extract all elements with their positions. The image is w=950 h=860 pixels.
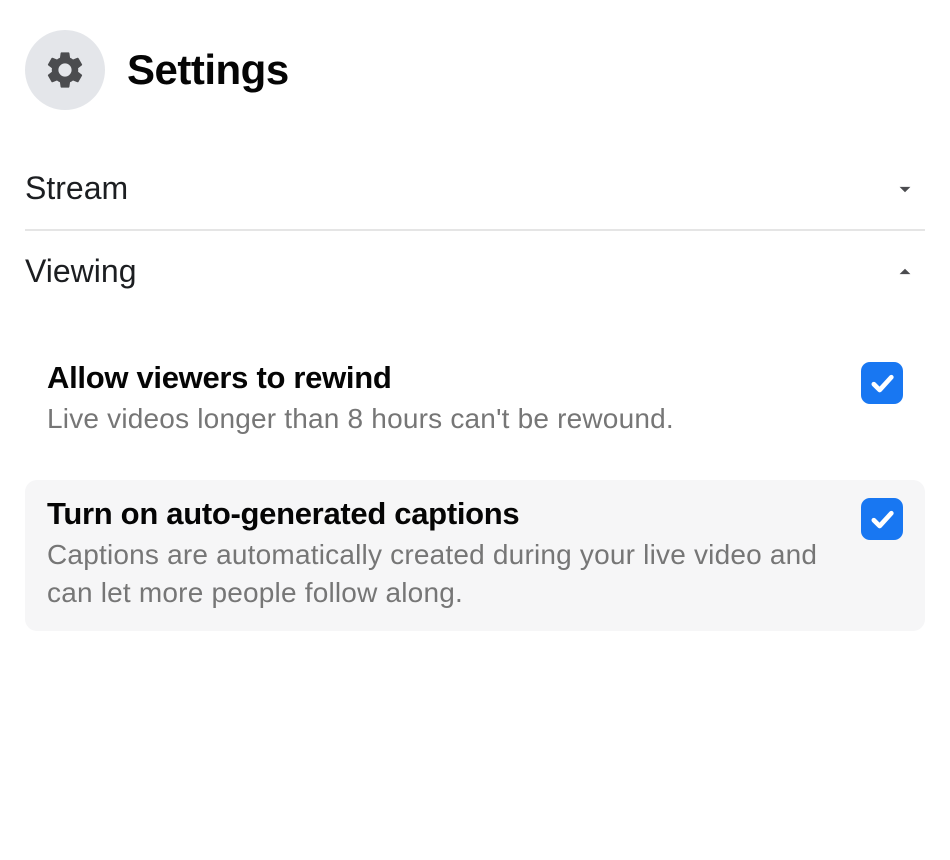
setting-description: Captions are automatically created durin… [47,536,841,612]
section-viewing-content: Allow viewers to rewind Live videos long… [25,312,925,631]
auto-captions-checkbox[interactable] [861,498,903,540]
setting-text: Allow viewers to rewind Live videos long… [47,360,841,438]
chevron-up-icon [891,258,919,286]
section-stream-header[interactable]: Stream [25,148,925,229]
setting-label: Allow viewers to rewind [47,360,841,396]
allow-rewind-checkbox[interactable] [861,362,903,404]
setting-allow-rewind: Allow viewers to rewind Live videos long… [25,344,925,458]
setting-text: Turn on auto-generated captions Captions… [47,496,841,612]
page-title: Settings [127,46,289,94]
setting-description: Live videos longer than 8 hours can't be… [47,400,841,438]
chevron-down-icon [891,175,919,203]
section-viewing-title: Viewing [25,253,136,290]
setting-auto-captions: Turn on auto-generated captions Captions… [25,480,925,632]
gear-icon [25,30,105,110]
settings-header: Settings [25,20,925,110]
section-stream-title: Stream [25,170,128,207]
section-viewing-header[interactable]: Viewing [25,231,925,312]
setting-label: Turn on auto-generated captions [47,496,841,532]
